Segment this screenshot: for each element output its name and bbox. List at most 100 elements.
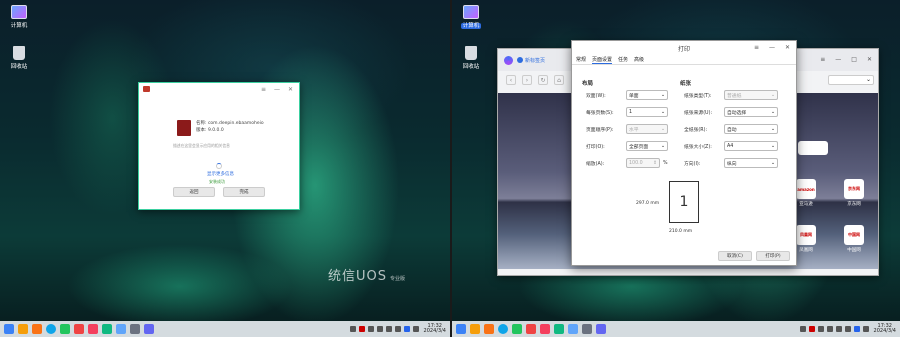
launcher-icon[interactable] — [456, 324, 466, 334]
settings-icon[interactable] — [596, 324, 606, 334]
photos-icon[interactable] — [554, 324, 564, 334]
tab-job[interactable]: 任务 — [618, 56, 628, 63]
power-icon[interactable] — [862, 326, 869, 332]
multitask-icon[interactable] — [18, 324, 28, 334]
desktop-icon-trash[interactable]: 回收站 — [456, 46, 486, 70]
browser-menu-icon[interactable]: ≡ — [820, 56, 825, 63]
close-icon[interactable]: ✕ — [288, 86, 293, 93]
site-tile-logo: amazon — [796, 179, 816, 199]
site-tile[interactable]: amazon 亚马逊 — [796, 179, 816, 207]
store-icon[interactable] — [512, 324, 522, 334]
tab-general[interactable]: 常规 — [576, 56, 586, 63]
paper-source-select[interactable]: 自动选择 ⌄ — [724, 107, 778, 117]
page-order-row: 页面顺序(P): 水平 ⌄ — [586, 124, 668, 134]
paper-type-value: 普通纸 — [727, 93, 742, 99]
network-icon[interactable] — [817, 326, 824, 332]
paper-size-select[interactable]: A4 ⌄ — [724, 141, 778, 151]
stepper-icon[interactable]: ⇕ — [653, 161, 657, 166]
docs-icon[interactable] — [116, 324, 126, 334]
paper-source-row: 纸张来源(U): 自动选择 ⌄ — [684, 107, 778, 117]
store-icon[interactable] — [60, 324, 70, 334]
browser-icon[interactable] — [498, 324, 508, 334]
scale-input[interactable]: 100.0 ⇕ — [626, 158, 660, 168]
paper-size-value: A4 — [727, 143, 734, 149]
trash-icon — [13, 46, 25, 60]
browser-close-icon[interactable]: ✕ — [867, 56, 872, 63]
search-input[interactable] — [798, 141, 828, 155]
more-info-link[interactable]: 显示更多信息 — [207, 171, 234, 177]
pages-per-sheet-select[interactable]: 1 ⌄ — [626, 107, 668, 117]
orientation-select[interactable]: 纵向 ⌄ — [724, 158, 778, 168]
page-order-select[interactable]: 水平 ⌄ — [626, 124, 668, 134]
paper-type-select[interactable]: 普通纸 ⌄ — [724, 90, 778, 100]
print-button[interactable]: 打印(P) — [756, 251, 790, 261]
browser-maximize-icon[interactable]: □ — [851, 56, 857, 63]
browser-tab[interactable]: 新标签页 — [517, 57, 545, 64]
print-pages-select[interactable]: 全部页面 ⌄ — [626, 141, 668, 151]
photos-icon[interactable] — [102, 324, 112, 334]
settings-icon[interactable] — [144, 324, 154, 334]
terminal-icon[interactable] — [130, 324, 140, 334]
launcher-icon[interactable] — [4, 324, 14, 334]
notification-icon[interactable] — [844, 326, 851, 332]
power-icon[interactable] — [412, 326, 419, 332]
clock[interactable]: 17:32 2024/3/4 — [424, 324, 446, 334]
site-tile[interactable]: 中国网 中国网 — [844, 225, 864, 253]
battery-icon[interactable] — [799, 326, 806, 332]
notification-icon[interactable] — [394, 326, 401, 332]
video-icon[interactable] — [540, 324, 550, 334]
multitask-icon[interactable] — [470, 324, 480, 334]
reload-icon[interactable]: ↻ — [538, 75, 548, 85]
display-icon[interactable] — [853, 326, 860, 332]
scale-unit: % — [663, 160, 668, 166]
minimize-icon[interactable]: — — [274, 86, 280, 93]
tab-page-setup[interactable]: 页面设置 — [592, 56, 613, 64]
desktop-icon-trash[interactable]: 回收站 — [4, 46, 34, 70]
input-method-icon[interactable] — [808, 326, 815, 332]
print-menu-icon[interactable]: ≡ — [754, 44, 759, 51]
bluetooth-icon[interactable] — [376, 326, 383, 332]
back-arrow-icon[interactable]: ‹ — [506, 75, 516, 85]
clock[interactable]: 17:32 2024/3/4 — [874, 324, 896, 334]
cancel-button[interactable]: 取消(C) — [718, 251, 752, 261]
files-icon[interactable] — [32, 324, 42, 334]
print-title: 打印 — [677, 45, 690, 53]
spinner-icon — [216, 163, 222, 169]
site-tile[interactable]: 凤凰网 凤凰网 — [796, 225, 816, 253]
home-icon[interactable]: ⌂ — [554, 75, 564, 85]
print-close-icon[interactable]: ✕ — [785, 44, 790, 51]
battery-icon[interactable] — [349, 326, 356, 332]
forward-arrow-icon[interactable]: › — [522, 75, 532, 85]
music-icon[interactable] — [526, 324, 536, 334]
address-bar[interactable]: ⌄ — [828, 75, 874, 85]
full-paper-select[interactable]: 自动 ⌄ — [724, 124, 778, 134]
menu-icon[interactable]: ≡ — [261, 86, 266, 93]
site-tile-label: 中国网 — [847, 248, 861, 253]
desktop-icon-label: 回收站 — [10, 64, 28, 70]
tab-advanced[interactable]: 高级 — [634, 56, 644, 63]
input-method-icon[interactable] — [358, 326, 365, 332]
browser-icon[interactable] — [46, 324, 56, 334]
print-minimize-icon[interactable]: — — [769, 44, 775, 51]
desktop-icon-computer[interactable]: 计算机 — [4, 5, 34, 29]
files-icon[interactable] — [484, 324, 494, 334]
terminal-icon[interactable] — [582, 324, 592, 334]
site-tile[interactable]: 京东网 京东网 — [844, 179, 864, 207]
music-icon[interactable] — [74, 324, 84, 334]
network-icon[interactable] — [367, 326, 374, 332]
volume-icon[interactable] — [835, 326, 842, 332]
full-paper-label: 全纸张(R): — [684, 127, 708, 133]
desktop-icon-computer[interactable]: 计算机 — [456, 5, 486, 29]
print-titlebar: 打印 ≡ — ✕ — [572, 41, 796, 55]
paper-source-value: 自动选择 — [727, 110, 747, 116]
back-button[interactable]: 返回 — [173, 187, 215, 197]
done-button[interactable]: 完成 — [223, 187, 265, 197]
display-icon[interactable] — [403, 326, 410, 332]
video-icon[interactable] — [88, 324, 98, 334]
preview-height: 297.0 mm — [636, 201, 660, 206]
duplex-select[interactable]: 单面 ⌄ — [626, 90, 668, 100]
bluetooth-icon[interactable] — [826, 326, 833, 332]
browser-minimize-icon[interactable]: — — [835, 56, 841, 63]
volume-icon[interactable] — [385, 326, 392, 332]
docs-icon[interactable] — [568, 324, 578, 334]
